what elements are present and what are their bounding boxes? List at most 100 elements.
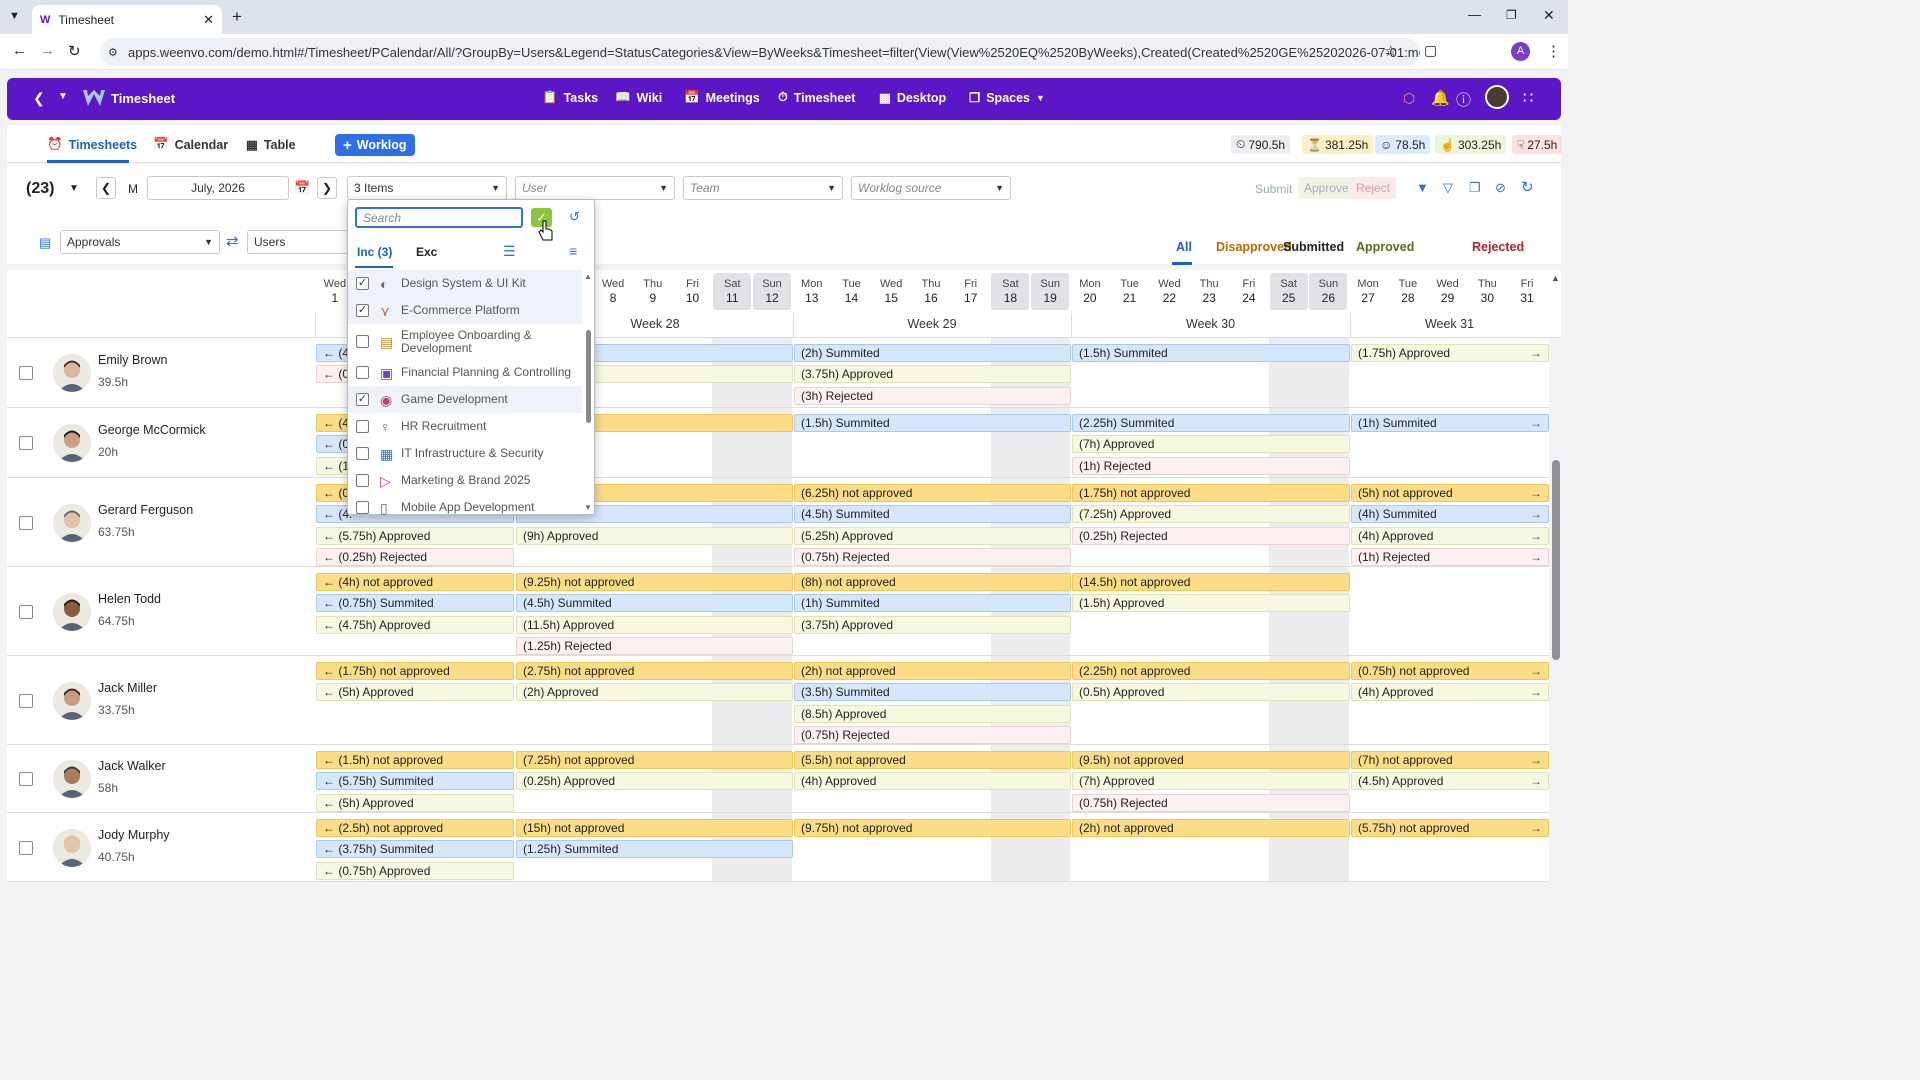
item-checkbox[interactable] — [356, 420, 369, 433]
dropdown-item[interactable]: ▦ IT Infrastructure & Security — [348, 440, 582, 467]
reject-button[interactable]: Reject — [1350, 177, 1397, 199]
item-checkbox[interactable] — [356, 335, 369, 348]
worklog-entry[interactable]: (2h) Approved — [516, 683, 793, 702]
user-avatar[interactable] — [1485, 85, 1509, 109]
restore-icon[interactable]: ❐ — [1506, 8, 1517, 22]
dropdown-scroll-up-icon[interactable]: ▲ — [584, 272, 592, 281]
worklog-entry[interactable]: ← (4.75h) Approved — [316, 615, 514, 634]
user-select[interactable]: User ▼ — [515, 176, 675, 200]
worklog-entry[interactable]: ← (4h) not approved — [316, 573, 514, 591]
row-checkbox[interactable] — [19, 515, 33, 530]
worklog-button[interactable]: + Worklog — [335, 134, 415, 156]
tab-include[interactable]: Inc (3) — [357, 245, 392, 259]
worklog-entry[interactable]: ← (0.75h) Approved — [316, 861, 514, 880]
worklog-entry[interactable]: ← (1.75h) not approved — [316, 662, 514, 680]
worklog-entry[interactable]: (0.25h) Approved — [516, 772, 793, 791]
dropdown-scrollbar[interactable] — [586, 330, 591, 423]
dropdown-item[interactable]: ✓ ◉ Game Development — [348, 386, 582, 413]
hide-icon[interactable]: ⊘ — [1495, 180, 1506, 196]
nav-meetings[interactable]: 📅 Meetings — [684, 90, 760, 105]
worklog-entry[interactable]: (0.5h) Approved — [1072, 683, 1350, 702]
worklog-entry[interactable]: (1h) Rejected — [1072, 456, 1350, 475]
item-checkbox[interactable]: ✓ — [356, 393, 369, 406]
row-checkbox[interactable] — [19, 693, 33, 708]
help-icon[interactable]: ⓘ — [1456, 89, 1471, 110]
status-tab-rejected[interactable]: Rejected — [1472, 240, 1524, 254]
period-mode[interactable]: M — [128, 182, 138, 196]
worklog-entry[interactable]: (3.5h) Summited — [794, 683, 1071, 702]
group-by-secondary-select[interactable]: Users — [247, 230, 357, 254]
worklog-entry[interactable]: (1h) Summited — [794, 594, 1071, 613]
nav-desktop[interactable]: ▦ Desktop — [879, 90, 946, 106]
scroll-up-icon[interactable]: ▲ — [1551, 273, 1560, 283]
worklog-entry[interactable]: (9h) Approved — [516, 526, 793, 545]
profile-avatar[interactable]: A — [1511, 42, 1530, 61]
sort-icon[interactable]: ≡ — [569, 243, 577, 259]
worklog-entry[interactable]: (7h) Approved — [1072, 772, 1350, 791]
worklog-entry[interactable]: (1.5h) Summited — [1072, 344, 1350, 362]
row-checkbox[interactable] — [19, 772, 33, 786]
worklog-entry[interactable]: (1h) Summited → — [1351, 414, 1549, 432]
worklog-entry[interactable]: (0.75h) Rejected — [794, 547, 1071, 566]
item-checkbox[interactable]: ✓ — [356, 277, 369, 290]
approve-button[interactable]: Approve — [1298, 177, 1355, 199]
worklog-entry[interactable]: (1.25h) Summited — [516, 840, 793, 859]
dropdown-scroll-down-icon[interactable]: ▼ — [584, 503, 592, 512]
worklog-entry[interactable]: (1.5h) Summited — [794, 414, 1071, 432]
tab-timesheets[interactable]: ⏰ Timesheets — [47, 137, 137, 152]
status-tab-approved[interactable]: Approved — [1356, 240, 1414, 254]
tab-exclude[interactable]: Exc — [416, 245, 437, 259]
submit-button[interactable]: Submit — [1255, 182, 1292, 196]
items-select[interactable]: 3 Items ▼ — [347, 176, 507, 200]
worklog-entry[interactable]: (4.5h) Approved → — [1351, 772, 1549, 791]
extensions-icon[interactable]: ▢ — [1424, 42, 1437, 59]
item-checkbox[interactable] — [356, 447, 369, 460]
worklog-entry[interactable]: ← (5h) Approved — [316, 793, 514, 812]
worklog-entry[interactable]: ← (5.75h) Approved — [316, 526, 514, 545]
status-tab-all[interactable]: All — [1176, 240, 1192, 254]
status-tab-disapproved[interactable]: Disapproved — [1216, 240, 1292, 254]
back-icon[interactable]: ← — [12, 42, 27, 59]
worklog-entry[interactable]: (4h) Summited → — [1351, 505, 1549, 524]
worklog-entry[interactable]: (11.5h) Approved — [516, 615, 793, 634]
worklog-entry[interactable]: (0.75h) not approved → — [1351, 662, 1549, 680]
app-back-icon[interactable]: ❮ — [33, 90, 45, 107]
worklog-entry[interactable]: (3.75h) Approved — [794, 615, 1071, 634]
worklog-entry[interactable]: (5.75h) not approved → — [1351, 819, 1549, 837]
worklog-entry[interactable]: (2.75h) not approved — [516, 662, 793, 680]
worklog-entry[interactable]: (0.25h) Rejected — [1072, 526, 1350, 545]
worklog-entry[interactable]: (4h) Approved — [794, 772, 1071, 791]
dropdown-item[interactable]: ▤ Employee Onboarding & Development — [348, 324, 582, 359]
worklog-entry[interactable]: (1h) Rejected → — [1351, 547, 1549, 566]
worklog-entry[interactable]: (5.25h) Approved — [794, 526, 1071, 545]
nav-spaces[interactable]: ❐ Spaces ▼ — [969, 90, 1045, 106]
dropdown-item[interactable]: ✓ ⋎ E-Commerce Platform — [348, 297, 582, 324]
month-field[interactable]: July, 2026 — [147, 176, 289, 200]
reload-icon[interactable]: ↻ — [68, 42, 81, 60]
add-filter-icon[interactable]: ▼ — [1416, 180, 1429, 195]
row-checkbox[interactable] — [19, 436, 33, 450]
dropdown-item[interactable]: ♀ HR Recruitment — [348, 413, 582, 440]
worklog-entry[interactable]: (0.75h) Rejected — [1072, 793, 1350, 812]
checklist-icon[interactable]: ☰ — [503, 243, 516, 260]
worklog-entry[interactable]: (7h) Approved — [1072, 435, 1350, 454]
close-window-icon[interactable]: ✕ — [1543, 7, 1555, 24]
star-icon[interactable]: ☆ — [1384, 42, 1397, 60]
worklog-entry[interactable]: (4.5h) Summited — [516, 594, 793, 613]
worklog-entry[interactable]: (14.5h) not approved — [1072, 573, 1350, 591]
worklog-entry[interactable]: (1.75h) Approved → — [1351, 344, 1549, 362]
legend-icon[interactable]: ▤ — [39, 235, 51, 251]
site-info-icon[interactable]: ⚙ — [108, 46, 118, 59]
worklog-entry[interactable]: (2.25h) not approved — [1072, 662, 1350, 680]
refresh-icon[interactable]: ↻ — [1521, 178, 1534, 196]
worklog-entry[interactable]: (1.25h) Rejected — [516, 636, 793, 655]
worklog-entry[interactable]: (4h) Approved → — [1351, 683, 1549, 702]
security-icon[interactable]: ⬡ — [1403, 90, 1415, 107]
tab-calendar[interactable]: 📅 Calendar — [153, 137, 228, 152]
worklog-entry[interactable]: ← (5h) Approved — [316, 683, 514, 702]
calendar-reset-icon[interactable]: 📅 — [294, 180, 310, 196]
team-select[interactable]: Team ▼ — [683, 176, 843, 200]
worklog-entry[interactable]: (9.75h) not approved — [794, 819, 1071, 837]
clear-filter-icon[interactable]: ▽ — [1443, 180, 1453, 196]
worklog-entry[interactable]: ← (2.5h) not approved — [316, 819, 514, 837]
